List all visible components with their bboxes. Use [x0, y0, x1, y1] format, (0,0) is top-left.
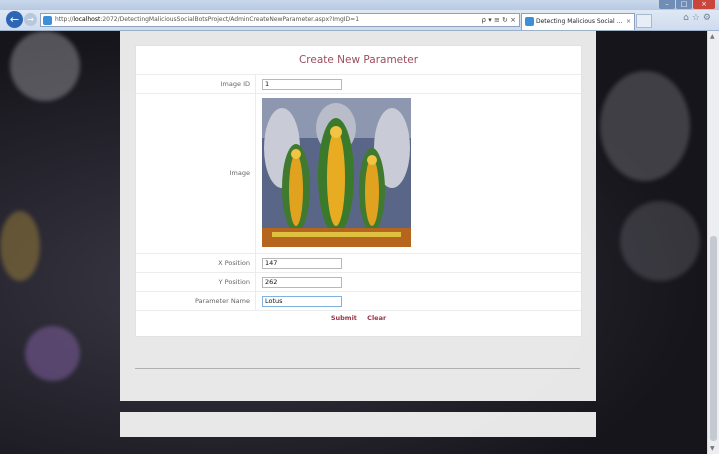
- y-position-input[interactable]: 262: [262, 277, 342, 288]
- page-viewport: Create New Parameter Image ID 1 Image X …: [0, 31, 707, 454]
- url-text: http://localhost:2072/DetectingMalicious…: [55, 16, 360, 23]
- x-position-row: X Position 147: [136, 254, 581, 273]
- scroll-down-icon[interactable]: ▼: [710, 445, 715, 452]
- browser-navbar: ← → http://localhost:2072/DetectingMalic…: [0, 10, 719, 31]
- background-bokeh: [620, 201, 700, 281]
- address-controls[interactable]: ρ ▾ ≡ ↻ ×: [482, 14, 516, 26]
- close-window-button[interactable]: ×: [693, 0, 715, 9]
- parameter-name-input[interactable]: Lotus: [262, 296, 342, 307]
- maximize-button[interactable]: □: [676, 0, 692, 9]
- tab-title: Detecting Malicious Social ...: [536, 18, 623, 25]
- background-bokeh: [0, 211, 40, 281]
- window-titlebar: – □ ×: [0, 0, 719, 10]
- browser-tab[interactable]: Detecting Malicious Social ... ×: [521, 13, 635, 30]
- toolbar-icons[interactable]: ⌂☆⚙: [683, 13, 714, 23]
- clear-button[interactable]: Clear: [367, 314, 386, 322]
- new-tab-button[interactable]: [636, 14, 652, 28]
- divider: [135, 368, 580, 369]
- scrollbar-thumb[interactable]: [710, 236, 717, 441]
- deity-photo-graphic: [262, 98, 411, 247]
- minimize-button[interactable]: –: [659, 0, 675, 9]
- image-row: Image: [136, 94, 581, 254]
- address-bar[interactable]: http://localhost:2072/DetectingMalicious…: [40, 13, 520, 27]
- form-actions: Submit Clear: [136, 314, 581, 322]
- image-id-input[interactable]: 1: [262, 79, 342, 90]
- image-id-label: Image ID: [136, 75, 256, 93]
- deity-photo: [262, 98, 411, 247]
- forward-arrow-icon[interactable]: →: [24, 13, 37, 26]
- background-bokeh: [10, 31, 80, 101]
- image-id-row: Image ID 1: [136, 75, 581, 94]
- submit-button[interactable]: Submit: [331, 314, 357, 322]
- x-position-input[interactable]: 147: [262, 258, 342, 269]
- ie-page-icon: [43, 16, 52, 25]
- window-controls: – □ ×: [659, 0, 715, 9]
- background-bokeh: [600, 71, 690, 181]
- page-footer: [120, 412, 596, 437]
- background-bokeh: [25, 326, 80, 381]
- create-parameter-form: Create New Parameter Image ID 1 Image X …: [135, 45, 582, 337]
- parameter-name-row: Parameter Name Lotus: [136, 292, 581, 311]
- y-position-row: Y Position 262: [136, 273, 581, 292]
- y-position-label: Y Position: [136, 273, 256, 291]
- x-position-label: X Position: [136, 254, 256, 272]
- parameter-name-label: Parameter Name: [136, 292, 256, 310]
- image-label: Image: [136, 94, 256, 253]
- page-title: Create New Parameter: [136, 46, 581, 75]
- vertical-scrollbar[interactable]: ▲ ▼: [707, 31, 719, 454]
- tab-page-icon: [525, 17, 534, 26]
- back-arrow-icon[interactable]: ←: [6, 11, 23, 28]
- tab-close-icon[interactable]: ×: [626, 14, 631, 29]
- scroll-up-icon[interactable]: ▲: [710, 33, 715, 40]
